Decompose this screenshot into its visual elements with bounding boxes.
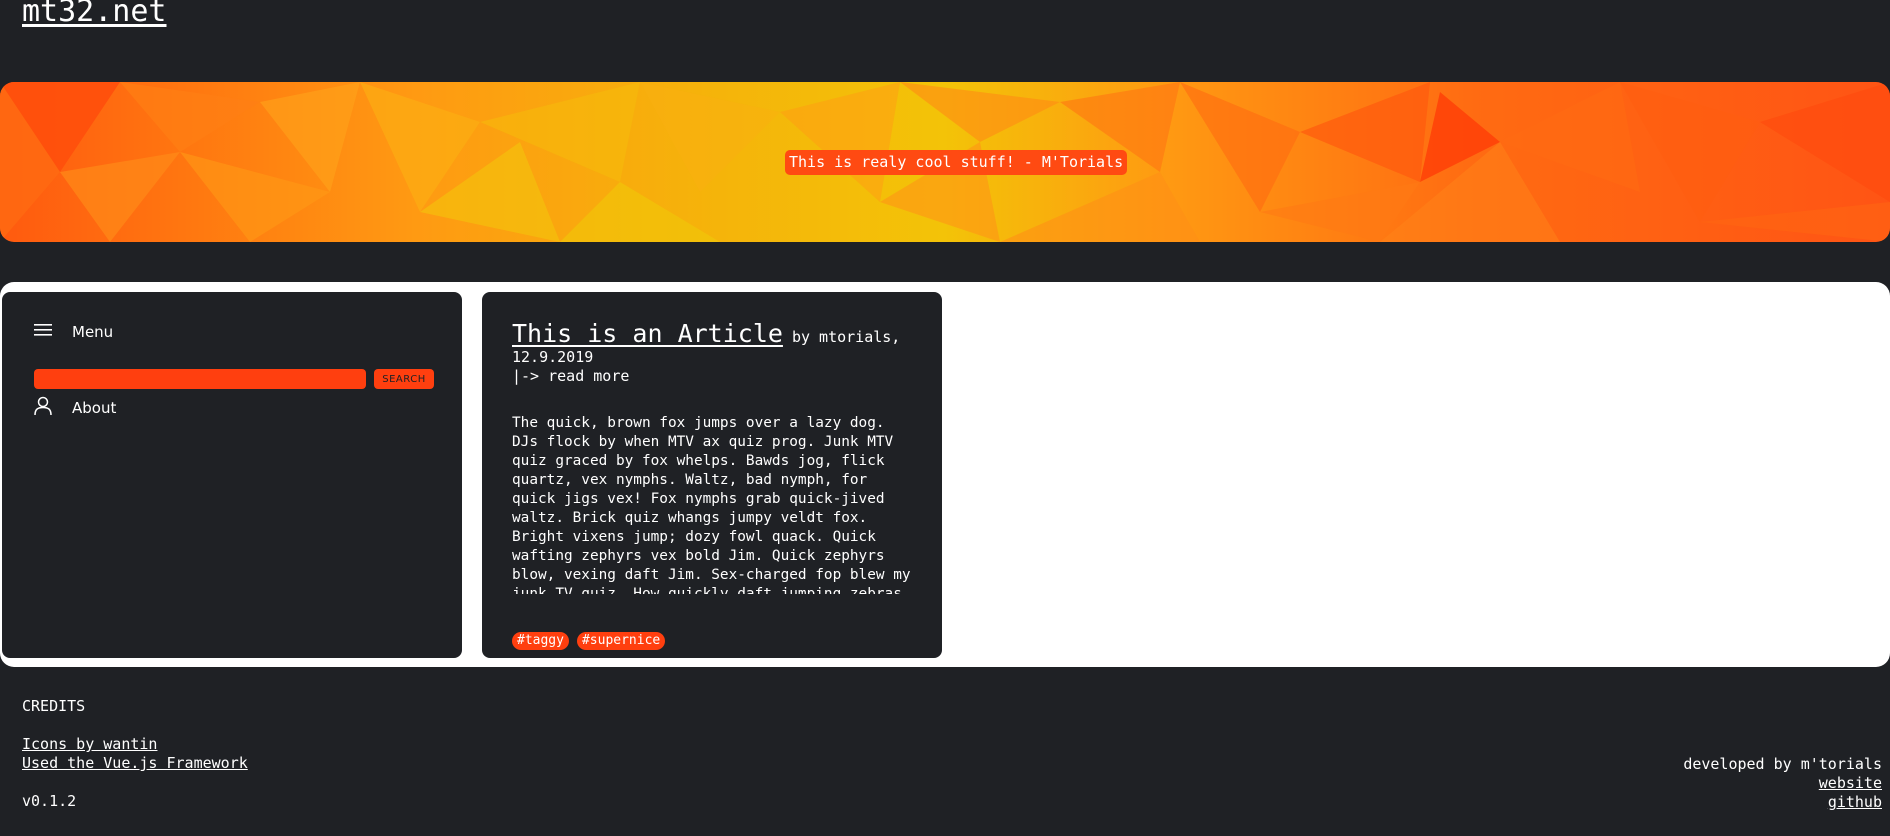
credits-heading: CREDITS	[22, 697, 86, 715]
sidebar-panel: Menu SEARCH About	[2, 292, 462, 658]
article-card: This is an Article by mtorials, 12.9.201…	[482, 292, 942, 658]
tag-list: #taggy #supernice	[512, 632, 673, 650]
sidebar-item-label: About	[72, 399, 117, 417]
hero-quote: This is realy cool stuff! - M'Torials	[785, 150, 1128, 175]
article-header: This is an Article by mtorials, 12.9.201…	[512, 320, 912, 386]
tag-supernice[interactable]: #supernice	[576, 632, 666, 650]
footer-credits: CREDITS Icons by wantin Used the Vue.js …	[22, 697, 248, 811]
footer-developer: developed by m'torials website github	[1683, 755, 1882, 812]
search-bar: SEARCH	[34, 369, 434, 389]
search-input[interactable]	[34, 369, 366, 389]
article-body: The quick, brown fox jumps over a lazy d…	[512, 415, 911, 594]
menu-label: Menu	[72, 322, 114, 341]
icons-credit-link[interactable]: Icons by wantin	[22, 735, 248, 754]
user-icon	[34, 396, 52, 420]
search-button[interactable]: SEARCH	[374, 369, 434, 389]
hamburger-icon	[34, 322, 52, 341]
article-title-link[interactable]: This is an Article	[512, 319, 783, 348]
tag-taggy[interactable]: #taggy	[512, 632, 569, 650]
sidebar-item-about[interactable]: About	[34, 396, 116, 420]
developed-by-text: developed by m'torials	[1683, 755, 1882, 773]
read-more-link[interactable]: |-> read more	[512, 367, 912, 386]
menu-toggle[interactable]: Menu	[34, 322, 113, 341]
website-link[interactable]: website	[1683, 774, 1882, 793]
version-label: v0.1.2	[22, 792, 77, 810]
github-link[interactable]: github	[1683, 793, 1882, 812]
site-title-link[interactable]: mt32.net	[22, 0, 167, 30]
main-content-area: Menu SEARCH About This is an Article by …	[0, 282, 1890, 667]
hero-banner: This is realy cool stuff! - M'Torials	[0, 82, 1890, 242]
framework-credit-link[interactable]: Used the Vue.js Framework	[22, 754, 248, 773]
